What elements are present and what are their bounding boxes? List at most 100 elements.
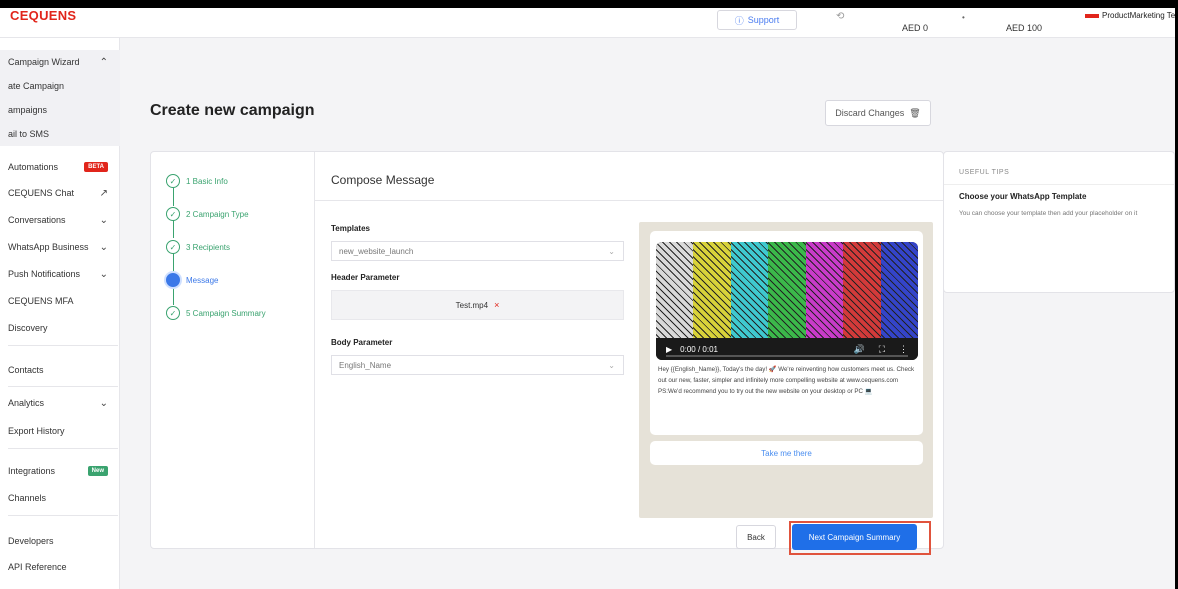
message-bubble: ▶ 0:00 / 0:01 🔊 ⛶ ⋮ Hey {{English_Name}}… [650, 231, 923, 435]
sidebar-item-cequens-mfa[interactable]: CEQUENS MFA [0, 289, 120, 313]
new-badge: New [87, 466, 108, 476]
sidebar-item-channels[interactable]: Channels [0, 486, 120, 510]
sidebar-item-discovery[interactable]: Discovery [0, 316, 120, 340]
sidebar-item-campaigns[interactable]: ampaigns [0, 98, 120, 122]
video-time: 0:00 / 0:01 [680, 344, 718, 354]
body-parameter-select[interactable]: English_Name ⌄ [331, 355, 624, 375]
video-frame [656, 242, 918, 338]
balance-secondary: AED 100 [1006, 23, 1043, 33]
step-label: 5 Campaign Summary [186, 308, 266, 318]
step-label: Message [186, 275, 219, 285]
sidebar-item-label: ate Campaign [8, 81, 65, 91]
whatsapp-preview: ▶ 0:00 / 0:01 🔊 ⛶ ⋮ Hey {{English_Name}}… [639, 222, 933, 518]
support-button[interactable]: ⓘ Support [717, 10, 797, 30]
body-parameter-label: Body Parameter [331, 338, 393, 347]
body-parameter-value: English_Name [339, 360, 392, 370]
balance-dropdown-icon[interactable]: • [962, 13, 965, 22]
check-circle-icon: ✓ [166, 306, 180, 320]
tips-divider [944, 184, 1174, 185]
sidebar-item-label: Developers [8, 536, 54, 546]
discard-changes-label: Discard Changes [835, 108, 905, 118]
color-bar [843, 242, 881, 338]
sidebar-item-label: Channels [8, 493, 47, 503]
color-bar [730, 242, 769, 338]
refresh-icon[interactable]: ⟲ [836, 11, 844, 22]
tips-title: Choose your WhatsApp Template [959, 192, 1087, 201]
chevron-down-icon: ⌄ [608, 246, 615, 256]
support-label: Support [747, 15, 780, 25]
step-campaign-summary[interactable]: ✓ 5 Campaign Summary [166, 305, 266, 321]
sidebar-item-contacts[interactable]: Contacts [0, 358, 120, 382]
sidebar-item-create-campaign[interactable]: ate Campaign [0, 74, 120, 98]
step-label: 1 Basic Info [186, 176, 228, 186]
next-campaign-summary-button[interactable]: Next Campaign Summary [792, 524, 917, 550]
user-name: ProductMarketing Te [1102, 11, 1175, 20]
sidebar-item-push-notifications[interactable]: Push Notifications ⌄ [0, 262, 120, 286]
templates-label: Templates [331, 224, 370, 233]
compose-title: Compose Message [331, 173, 435, 187]
sidebar: Campaign Wizard ⌃ ate Campaign ampaigns … [0, 38, 120, 589]
check-circle-icon: ✓ [166, 240, 180, 254]
cta-button[interactable]: Take me there [650, 441, 923, 465]
sidebar-divider [8, 448, 118, 449]
sidebar-item-label: CEQUENS MFA [8, 296, 74, 306]
fullscreen-icon[interactable]: ⛶ [879, 344, 885, 355]
user-menu[interactable]: ProductMarketing Te [1085, 11, 1175, 20]
discard-changes-button[interactable]: Discard Changes 🗑 [825, 100, 931, 126]
beta-badge: BETA [84, 162, 108, 172]
step-campaign-type[interactable]: ✓ 2 Campaign Type [166, 206, 249, 222]
color-bar [768, 242, 806, 338]
step-label: 3 Recipients [186, 242, 231, 252]
header-file-name: Test.mp4 [455, 300, 489, 310]
templates-select[interactable]: new_website_launch ⌄ [331, 241, 624, 261]
sidebar-item-campaign-wizard[interactable]: Campaign Wizard ⌃ [0, 50, 120, 74]
top-bar: CEQUENS ⓘ Support ⟲ AED 0 • AED 100 Prod… [0, 8, 1175, 38]
sidebar-item-developers[interactable]: Developers [0, 529, 120, 553]
cequens-logo[interactable]: CEQUENS [10, 8, 76, 23]
wizard-steps: ✓ 1 Basic Info ✓ 2 Campaign Type ✓ 3 Rec… [151, 152, 315, 548]
video-progress[interactable] [666, 355, 908, 357]
step-message[interactable]: Message [166, 272, 218, 288]
sidebar-item-api-reference[interactable]: API Reference [0, 555, 120, 579]
sidebar-item-whatsapp-business[interactable]: WhatsApp Business ⌄ [0, 235, 120, 259]
balance-primary: AED 0 [902, 23, 929, 33]
message-body: Hey {{English_Name}}, Today's the day! 🚀… [658, 366, 915, 396]
check-circle-icon: ✓ [166, 174, 180, 188]
back-button[interactable]: Back [736, 525, 776, 549]
sidebar-item-label: Push Notifications [8, 269, 81, 279]
remove-file-icon[interactable]: × [494, 300, 499, 310]
step-basic-info[interactable]: ✓ 1 Basic Info [166, 173, 228, 189]
sidebar-item-label: API Reference [8, 562, 67, 572]
app-screen: CEQUENS ⓘ Support ⟲ AED 0 • AED 100 Prod… [0, 8, 1175, 589]
sidebar-item-email-to-sms[interactable]: ail to SMS [0, 122, 120, 146]
sidebar-item-conversations[interactable]: Conversations ⌄ [0, 208, 120, 232]
sidebar-item-analytics[interactable]: Analytics ⌄ [0, 391, 120, 415]
header-parameter-label: Header Parameter [331, 273, 400, 282]
step-recipients[interactable]: ✓ 3 Recipients [166, 239, 230, 255]
video-player[interactable]: ▶ 0:00 / 0:01 🔊 ⛶ ⋮ [656, 242, 918, 360]
trash-icon: 🗑 [909, 107, 921, 118]
current-step-icon [166, 273, 180, 287]
chevron-down-icon: ⌄ [99, 397, 108, 409]
sidebar-item-label: ail to SMS [8, 129, 50, 139]
sidebar-item-automations[interactable]: Automations BETA [0, 155, 120, 179]
chevron-up-icon: ⌃ [99, 56, 108, 68]
volume-icon[interactable]: 🔊 [853, 344, 864, 355]
sidebar-divider [8, 345, 118, 346]
more-icon[interactable]: ⋮ [899, 344, 908, 355]
sidebar-item-label: Campaign Wizard [8, 57, 80, 67]
tips-body: You can choose your template then add yo… [959, 210, 1138, 217]
sidebar-item-export-history[interactable]: Export History [0, 419, 120, 443]
sidebar-item-label: Automations [8, 162, 59, 172]
sidebar-item-label: CEQUENS Chat [8, 188, 75, 198]
header-file-field: Test.mp4 × [331, 290, 624, 320]
sidebar-item-integrations[interactable]: Integrations New [0, 459, 120, 483]
sidebar-item-label: Export History [8, 426, 65, 436]
sidebar-item-label: WhatsApp Business [8, 242, 89, 252]
campaign-wizard-card: ✓ 1 Basic Info ✓ 2 Campaign Type ✓ 3 Rec… [150, 151, 944, 555]
play-icon[interactable]: ▶ [666, 345, 672, 354]
color-bar [880, 242, 918, 338]
color-bar [693, 242, 731, 338]
chevron-down-icon: ⌄ [99, 268, 108, 280]
sidebar-item-cequens-chat[interactable]: CEQUENS Chat ↗ [0, 181, 120, 205]
